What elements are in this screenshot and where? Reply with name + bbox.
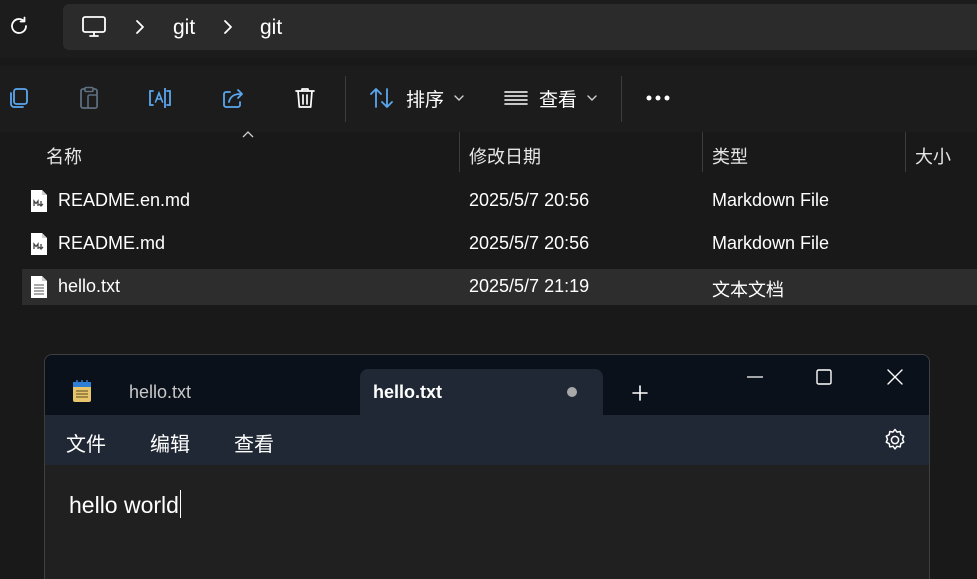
text-caret [179, 490, 182, 518]
sort-ascending-indicator [242, 131, 254, 138]
menu-edit[interactable]: 编辑 [150, 428, 190, 457]
column-header-size[interactable]: 大小 [915, 132, 951, 174]
markdown-file-icon [31, 233, 47, 255]
tab-hello-txt-active[interactable]: hello.txt [360, 369, 603, 415]
sort-label: 排序 [406, 89, 445, 111]
column-divider[interactable] [702, 132, 703, 172]
editor-content: hello world [69, 492, 179, 518]
gear-icon[interactable] [882, 427, 908, 453]
more-options-button[interactable] [640, 80, 676, 116]
computer-icon[interactable] [81, 14, 107, 40]
maximize-button[interactable] [810, 363, 838, 391]
file-modified: 2025/5/7 20:56 [469, 233, 590, 253]
unsaved-dot-icon [567, 387, 577, 397]
share-button[interactable] [215, 80, 251, 116]
column-header-type[interactable]: 类型 [712, 132, 748, 174]
menu-view[interactable]: 查看 [234, 428, 274, 457]
notepad-menu-bar: 文件 编辑 查看 [45, 415, 929, 465]
close-icon [887, 369, 903, 385]
delete-icon [295, 88, 315, 108]
chevron-down-icon [587, 95, 597, 101]
file-type: Markdown File [712, 190, 830, 210]
refresh-button[interactable] [5, 12, 33, 40]
plus-icon[interactable] [628, 381, 652, 405]
toolbar-separator [621, 76, 622, 122]
column-header-modified[interactable]: 修改日期 [469, 132, 541, 174]
file-type: 文本文档 [712, 280, 784, 300]
file-name: README.md [58, 233, 166, 253]
breadcrumb-git[interactable]: git [173, 16, 195, 40]
menu-file[interactable]: 文件 [66, 428, 106, 457]
column-divider[interactable] [905, 132, 906, 172]
column-header-name[interactable]: 名称 [46, 132, 82, 174]
refresh-icon [11, 16, 27, 34]
sort-icon [370, 88, 393, 108]
copy-icon [10, 88, 28, 108]
chevron-right-icon[interactable] [221, 19, 235, 35]
sort-button[interactable]: 排序 [368, 80, 464, 116]
address-bar-strip: git git [0, 0, 977, 58]
file-type: Markdown File [712, 233, 830, 253]
view-list-icon [504, 91, 528, 105]
more-icon [646, 95, 670, 101]
column-divider[interactable] [459, 132, 460, 172]
command-bar: 排序 查看 [0, 66, 977, 132]
paste-icon [80, 86, 98, 109]
copy-button[interactable] [0, 80, 36, 116]
notepad-title-bar[interactable]: hello.txt hello.txt [45, 355, 929, 415]
markdown-file-icon [31, 190, 47, 212]
maximize-icon [816, 369, 832, 385]
chevron-down-icon [454, 95, 464, 101]
file-row[interactable]: README.md 2025/5/7 20:56 Markdown File [22, 226, 977, 262]
view-button[interactable]: 查看 [503, 80, 597, 116]
toolbar-separator [345, 76, 346, 122]
breadcrumb-git-current[interactable]: git [260, 16, 282, 40]
file-modified: 2025/5/7 21:19 [469, 276, 590, 296]
file-name: README.en.md [58, 190, 191, 210]
notepad-editor[interactable]: hello world [45, 465, 929, 579]
close-button[interactable] [881, 363, 909, 391]
file-name: hello.txt [58, 276, 121, 296]
address-box[interactable]: git git [63, 4, 977, 50]
view-label: 查看 [539, 89, 578, 111]
file-row[interactable]: README.en.md 2025/5/7 20:56 Markdown Fil… [22, 183, 977, 219]
minimize-icon [747, 376, 763, 378]
tab-label: hello.txt [373, 382, 443, 402]
file-modified: 2025/5/7 20:56 [469, 190, 590, 210]
notepad-window: hello.txt hello.txt 文件 编辑 查看 hello world [44, 354, 930, 579]
file-row-selected[interactable]: hello.txt 2025/5/7 21:19 文本文档 [22, 269, 977, 305]
chevron-right-icon[interactable] [133, 19, 147, 35]
tab-hello-txt[interactable]: hello.txt [129, 382, 191, 403]
delete-button[interactable] [287, 80, 323, 116]
rename-icon [149, 88, 171, 108]
notepad-icon [73, 380, 91, 402]
share-icon [223, 89, 243, 108]
paste-button[interactable] [71, 80, 107, 116]
minimize-button[interactable] [741, 363, 769, 391]
editor-text-line[interactable]: hello world [69, 490, 182, 519]
rename-button[interactable] [142, 80, 178, 116]
text-file-icon [31, 276, 47, 298]
